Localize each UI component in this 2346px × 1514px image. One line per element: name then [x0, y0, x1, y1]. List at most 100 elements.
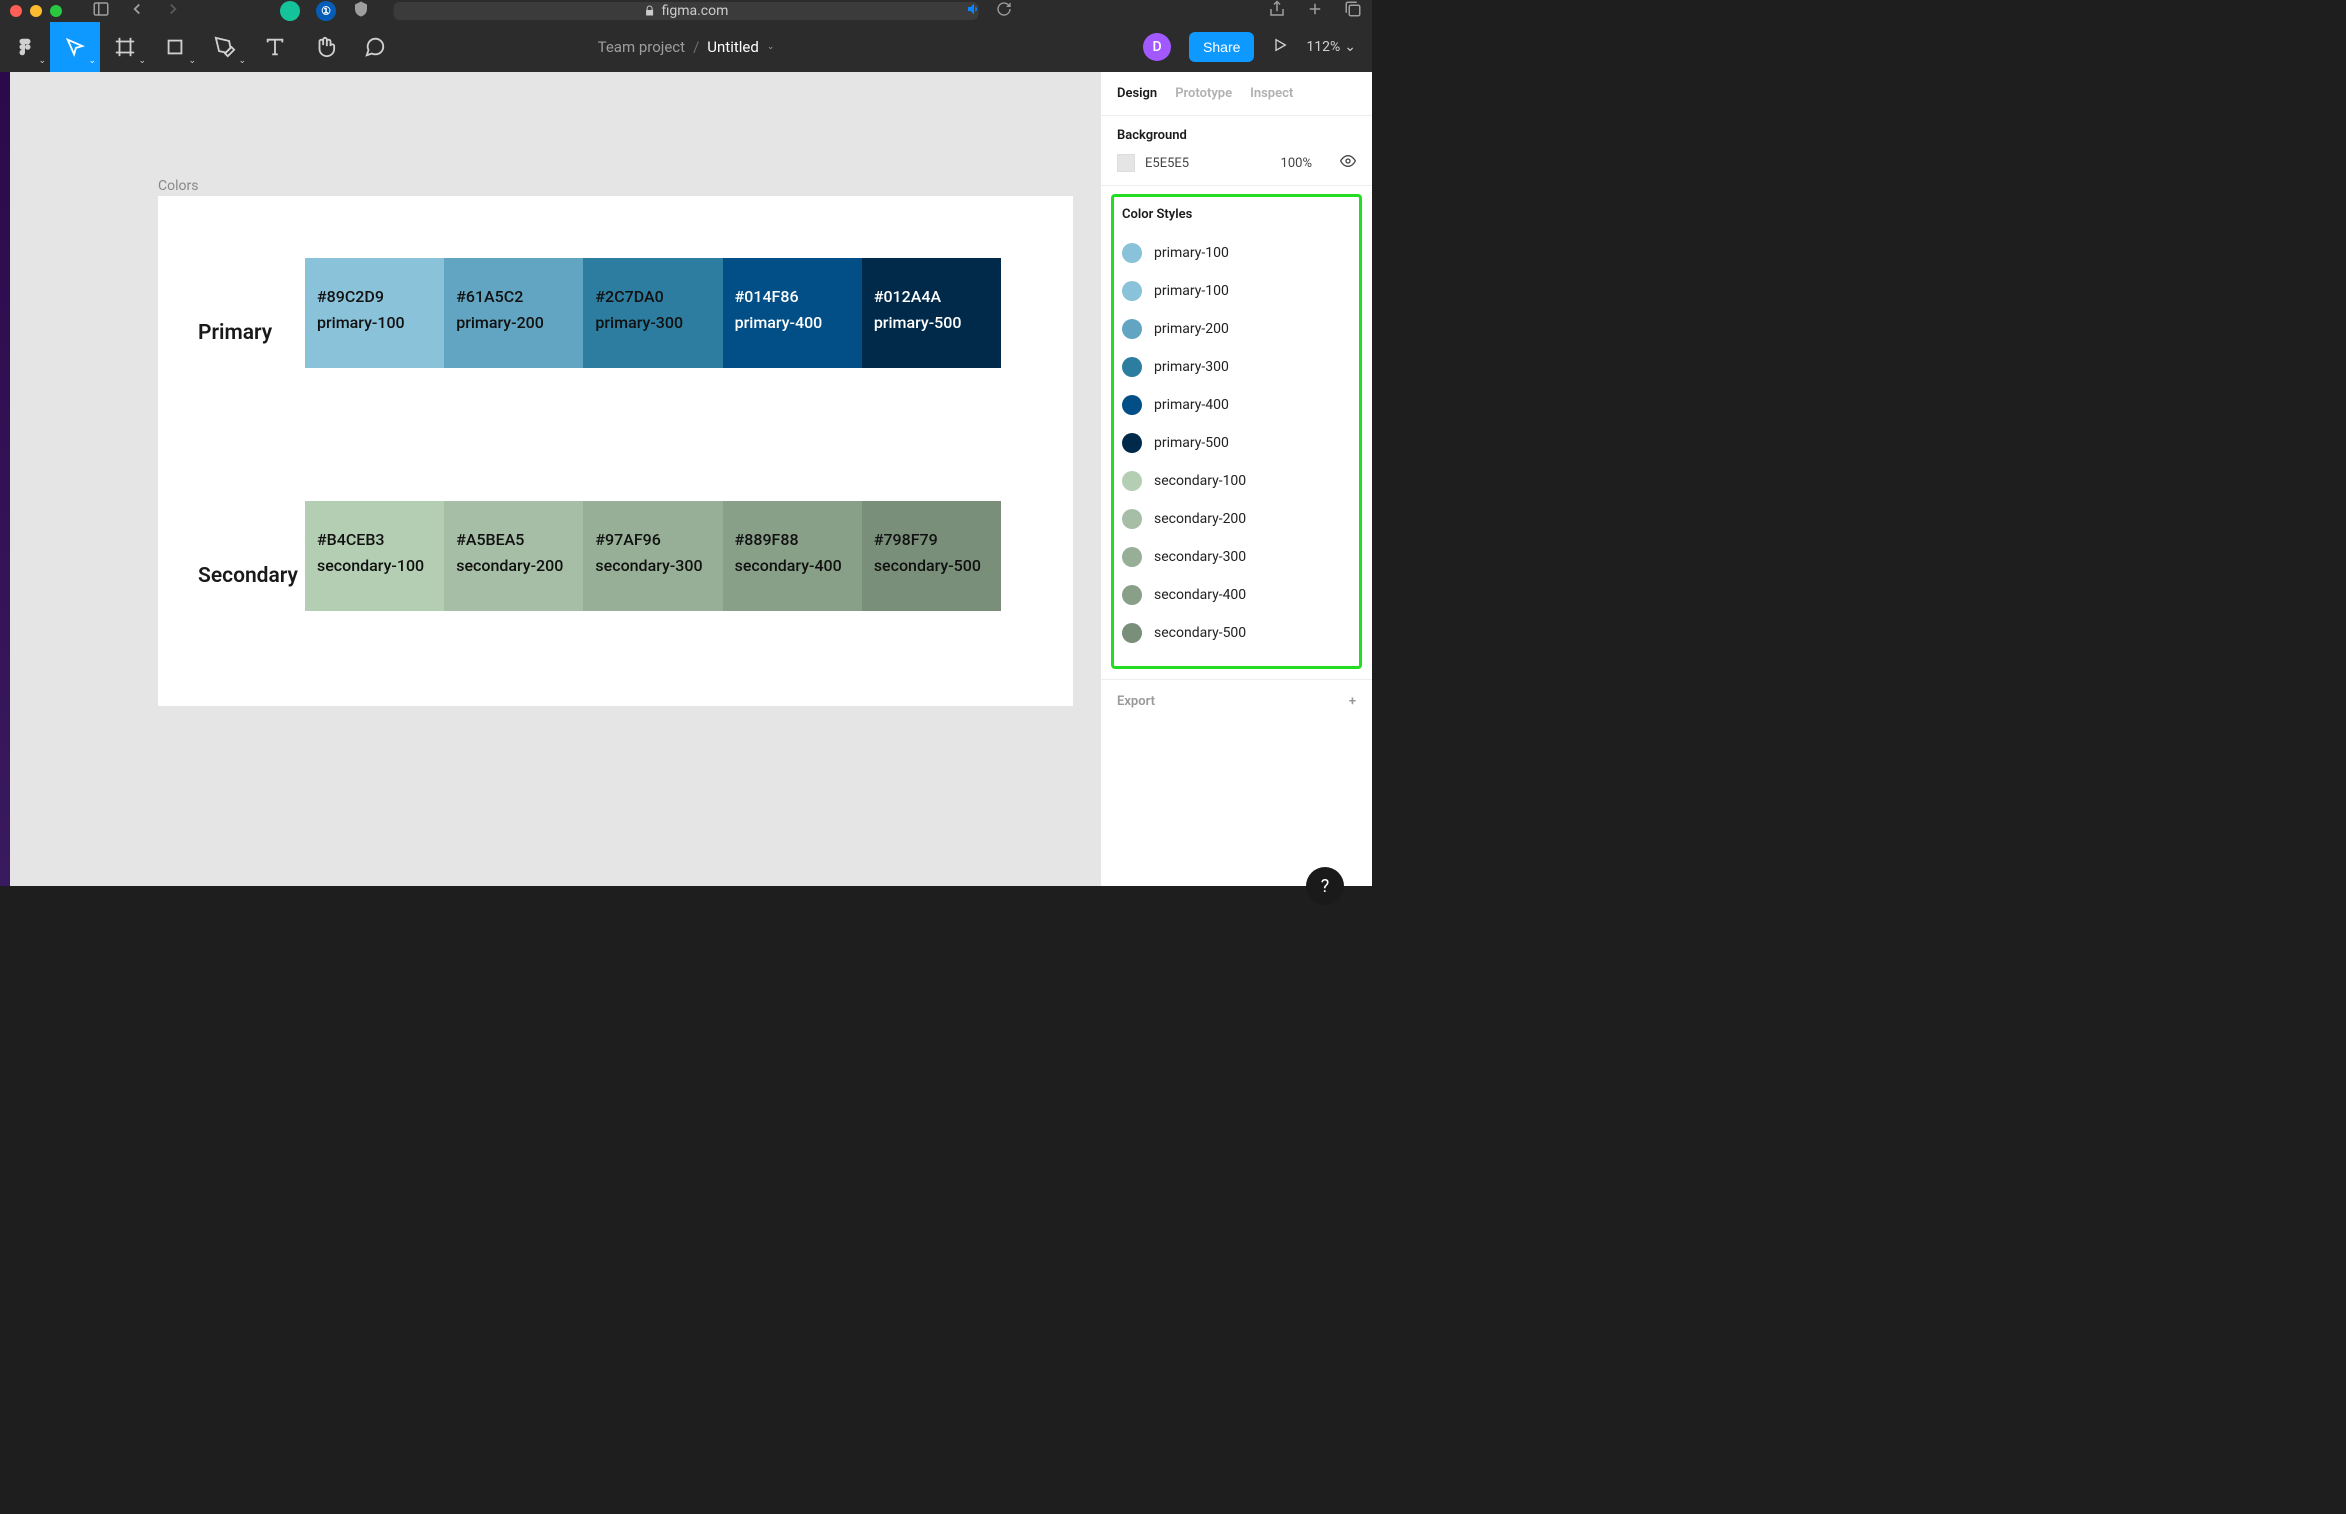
figma-toolbar: ⌄ ⌄ ⌄ ⌄ ⌄ Team project / Untitled ⌄ D Sh…: [0, 22, 1372, 72]
share-button[interactable]: Share: [1189, 32, 1254, 62]
tab-prototype[interactable]: Prototype: [1175, 86, 1232, 101]
swatch-primary-300[interactable]: #2C7DA0primary-300: [583, 258, 722, 368]
color-style-name: primary-100: [1154, 245, 1229, 261]
background-section: Background E5E5E5 100%: [1101, 116, 1372, 186]
color-style-name: primary-300: [1154, 359, 1229, 375]
color-style-item[interactable]: secondary-200: [1120, 500, 1353, 538]
forward-icon[interactable]: [164, 0, 182, 22]
browser-chrome: ① figma.com: [0, 0, 1372, 22]
plus-icon[interactable]: +: [1349, 694, 1356, 709]
tab-design[interactable]: Design: [1117, 86, 1157, 101]
swatch-name: secondary-400: [735, 553, 850, 579]
color-style-item[interactable]: primary-100: [1120, 272, 1353, 310]
zoom-control[interactable]: 112%⌄: [1306, 39, 1356, 55]
frame-label[interactable]: Colors: [158, 178, 198, 194]
desktop-sliver: [0, 72, 10, 886]
share-icon[interactable]: [1268, 0, 1286, 22]
background-hex[interactable]: E5E5E5: [1145, 156, 1189, 171]
maximize-window-button[interactable]: [50, 5, 62, 17]
avatar[interactable]: D: [1143, 33, 1171, 61]
color-style-name: primary-200: [1154, 321, 1229, 337]
color-style-name: secondary-300: [1154, 549, 1246, 565]
swatch-name: primary-400: [735, 310, 850, 336]
new-tab-icon[interactable]: [1306, 0, 1324, 22]
color-style-swatch: [1122, 281, 1142, 301]
pen-tool[interactable]: ⌄: [200, 22, 250, 72]
swatch-row-secondary: #B4CEB3secondary-100#A5BEA5secondary-200…: [305, 501, 1001, 611]
swatch-name: secondary-500: [874, 553, 989, 579]
reload-icon[interactable]: [996, 1, 1012, 21]
swatch-row-primary: #89C2D9primary-100#61A5C2primary-200#2C7…: [305, 258, 1001, 368]
visibility-toggle-icon[interactable]: [1340, 153, 1356, 173]
color-style-item[interactable]: secondary-500: [1120, 614, 1353, 652]
onepassword-icon[interactable]: ①: [316, 1, 336, 21]
audio-icon[interactable]: [966, 1, 982, 21]
help-button[interactable]: ?: [1306, 867, 1344, 886]
swatch-secondary-100[interactable]: #B4CEB3secondary-100: [305, 501, 444, 611]
close-window-button[interactable]: [10, 5, 22, 17]
swatch-hex: #012A4A: [874, 284, 989, 310]
color-style-item[interactable]: secondary-300: [1120, 538, 1353, 576]
move-tool[interactable]: ⌄: [50, 22, 100, 72]
color-style-item[interactable]: secondary-100: [1120, 462, 1353, 500]
color-style-swatch: [1122, 243, 1142, 263]
color-style-name: secondary-500: [1154, 625, 1246, 641]
color-style-swatch: [1122, 547, 1142, 567]
design-panel: Design Prototype Inspect Background E5E5…: [1100, 72, 1372, 886]
background-opacity[interactable]: 100%: [1281, 156, 1312, 171]
color-style-item[interactable]: primary-400: [1120, 386, 1353, 424]
back-icon[interactable]: [128, 0, 146, 22]
export-section[interactable]: Export +: [1101, 679, 1372, 723]
swatch-secondary-300[interactable]: #97AF96secondary-300: [583, 501, 722, 611]
panel-tabs: Design Prototype Inspect: [1101, 72, 1372, 116]
color-style-name: secondary-200: [1154, 511, 1246, 527]
zoom-value: 112%: [1306, 39, 1340, 55]
swatch-primary-100[interactable]: #89C2D9primary-100: [305, 258, 444, 368]
hand-tool[interactable]: [300, 22, 350, 72]
frame-colors[interactable]: Primary #89C2D9primary-100#61A5C2primary…: [158, 196, 1073, 706]
comment-tool[interactable]: [350, 22, 400, 72]
color-style-item[interactable]: secondary-400: [1120, 576, 1353, 614]
color-style-swatch: [1122, 471, 1142, 491]
document-title[interactable]: Team project / Untitled ⌄: [598, 38, 775, 56]
swatch-secondary-200[interactable]: #A5BEA5secondary-200: [444, 501, 583, 611]
sidebar-toggle-icon[interactable]: [92, 0, 110, 22]
color-style-swatch: [1122, 623, 1142, 643]
color-style-item[interactable]: primary-300: [1120, 348, 1353, 386]
minimize-window-button[interactable]: [30, 5, 42, 17]
swatch-primary-500[interactable]: #012A4Aprimary-500: [862, 258, 1001, 368]
color-style-swatch: [1122, 433, 1142, 453]
address-bar[interactable]: figma.com: [394, 2, 979, 20]
present-icon[interactable]: [1272, 37, 1288, 57]
color-style-item[interactable]: primary-200: [1120, 310, 1353, 348]
color-style-item[interactable]: primary-500: [1120, 424, 1353, 462]
background-swatch[interactable]: [1117, 154, 1135, 172]
color-style-swatch: [1122, 319, 1142, 339]
tab-inspect[interactable]: Inspect: [1250, 86, 1293, 101]
color-style-name: primary-100: [1154, 283, 1229, 299]
swatch-name: primary-300: [595, 310, 710, 336]
file-name: Untitled: [707, 38, 759, 56]
project-name: Team project: [598, 38, 685, 56]
shield-icon[interactable]: [352, 0, 370, 22]
text-tool[interactable]: [250, 22, 300, 72]
shape-tool[interactable]: ⌄: [150, 22, 200, 72]
figma-menu-button[interactable]: ⌄: [0, 22, 50, 72]
color-style-swatch: [1122, 585, 1142, 605]
swatch-hex: #014F86: [735, 284, 850, 310]
lock-icon: [644, 5, 656, 17]
browser-nav: [92, 0, 182, 22]
swatch-primary-200[interactable]: #61A5C2primary-200: [444, 258, 583, 368]
color-style-swatch: [1122, 357, 1142, 377]
grammarly-icon[interactable]: [280, 1, 300, 21]
swatch-name: primary-200: [456, 310, 571, 336]
tabs-icon[interactable]: [1344, 0, 1362, 22]
swatch-primary-400[interactable]: #014F86primary-400: [723, 258, 862, 368]
swatch-secondary-500[interactable]: #798F79secondary-500: [862, 501, 1001, 611]
canvas[interactable]: Colors Primary #89C2D9primary-100#61A5C2…: [0, 72, 1100, 886]
swatch-secondary-400[interactable]: #889F88secondary-400: [723, 501, 862, 611]
window-controls: [10, 5, 62, 17]
color-style-item[interactable]: primary-100: [1120, 234, 1353, 272]
frame-tool[interactable]: ⌄: [100, 22, 150, 72]
color-style-name: primary-400: [1154, 397, 1229, 413]
